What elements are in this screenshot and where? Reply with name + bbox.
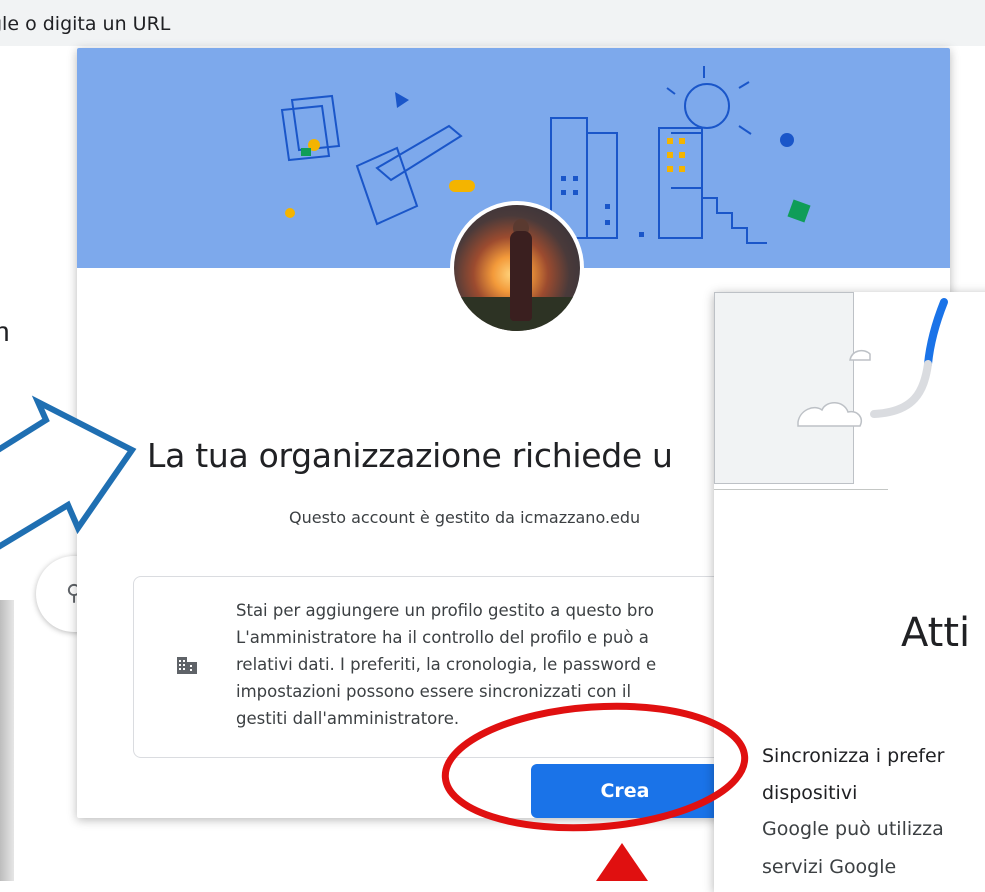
info-line: L'amministratore ha il controllo del pro… — [236, 628, 649, 647]
avatar-photo — [454, 205, 580, 331]
background-shadow — [0, 600, 14, 881]
sync-divider — [714, 489, 888, 490]
create-button[interactable]: Crea — [531, 764, 719, 818]
info-line: Stai per aggiungere un profilo gestito a… — [236, 601, 654, 620]
dialog-title: La tua organizzazione richiede u — [147, 436, 673, 475]
info-line: gestiti dall'amministratore. — [236, 709, 460, 728]
sync-text-line: Google può utilizza — [762, 818, 944, 840]
sync-dialog-title: Atti — [901, 610, 971, 656]
info-line: relativi dati. I preferiti, la cronologi… — [236, 655, 657, 674]
sync-text-line: servizi Google — [762, 856, 897, 878]
dialog-subtitle: Questo account è gestito da icmazzano.ed… — [289, 508, 641, 527]
info-text: Stai per aggiungere un profilo gestito a… — [236, 597, 656, 732]
info-line: impostazioni possono essere sincronizzat… — [236, 682, 632, 701]
sync-illustration — [797, 298, 948, 427]
background-text-fragment: n — [0, 316, 10, 347]
sync-text-line: dispositivi — [762, 782, 858, 804]
omnibox-text[interactable]: gle o digita un URL — [0, 13, 170, 35]
omnibox[interactable]: gle o digita un URL — [0, 0, 985, 47]
sync-text-line: Sincronizza i prefer — [762, 745, 945, 767]
building-icon — [177, 657, 197, 674]
avatar — [450, 201, 584, 335]
sync-dialog: Atti Sincronizza i prefer dispositivi Go… — [714, 292, 985, 892]
